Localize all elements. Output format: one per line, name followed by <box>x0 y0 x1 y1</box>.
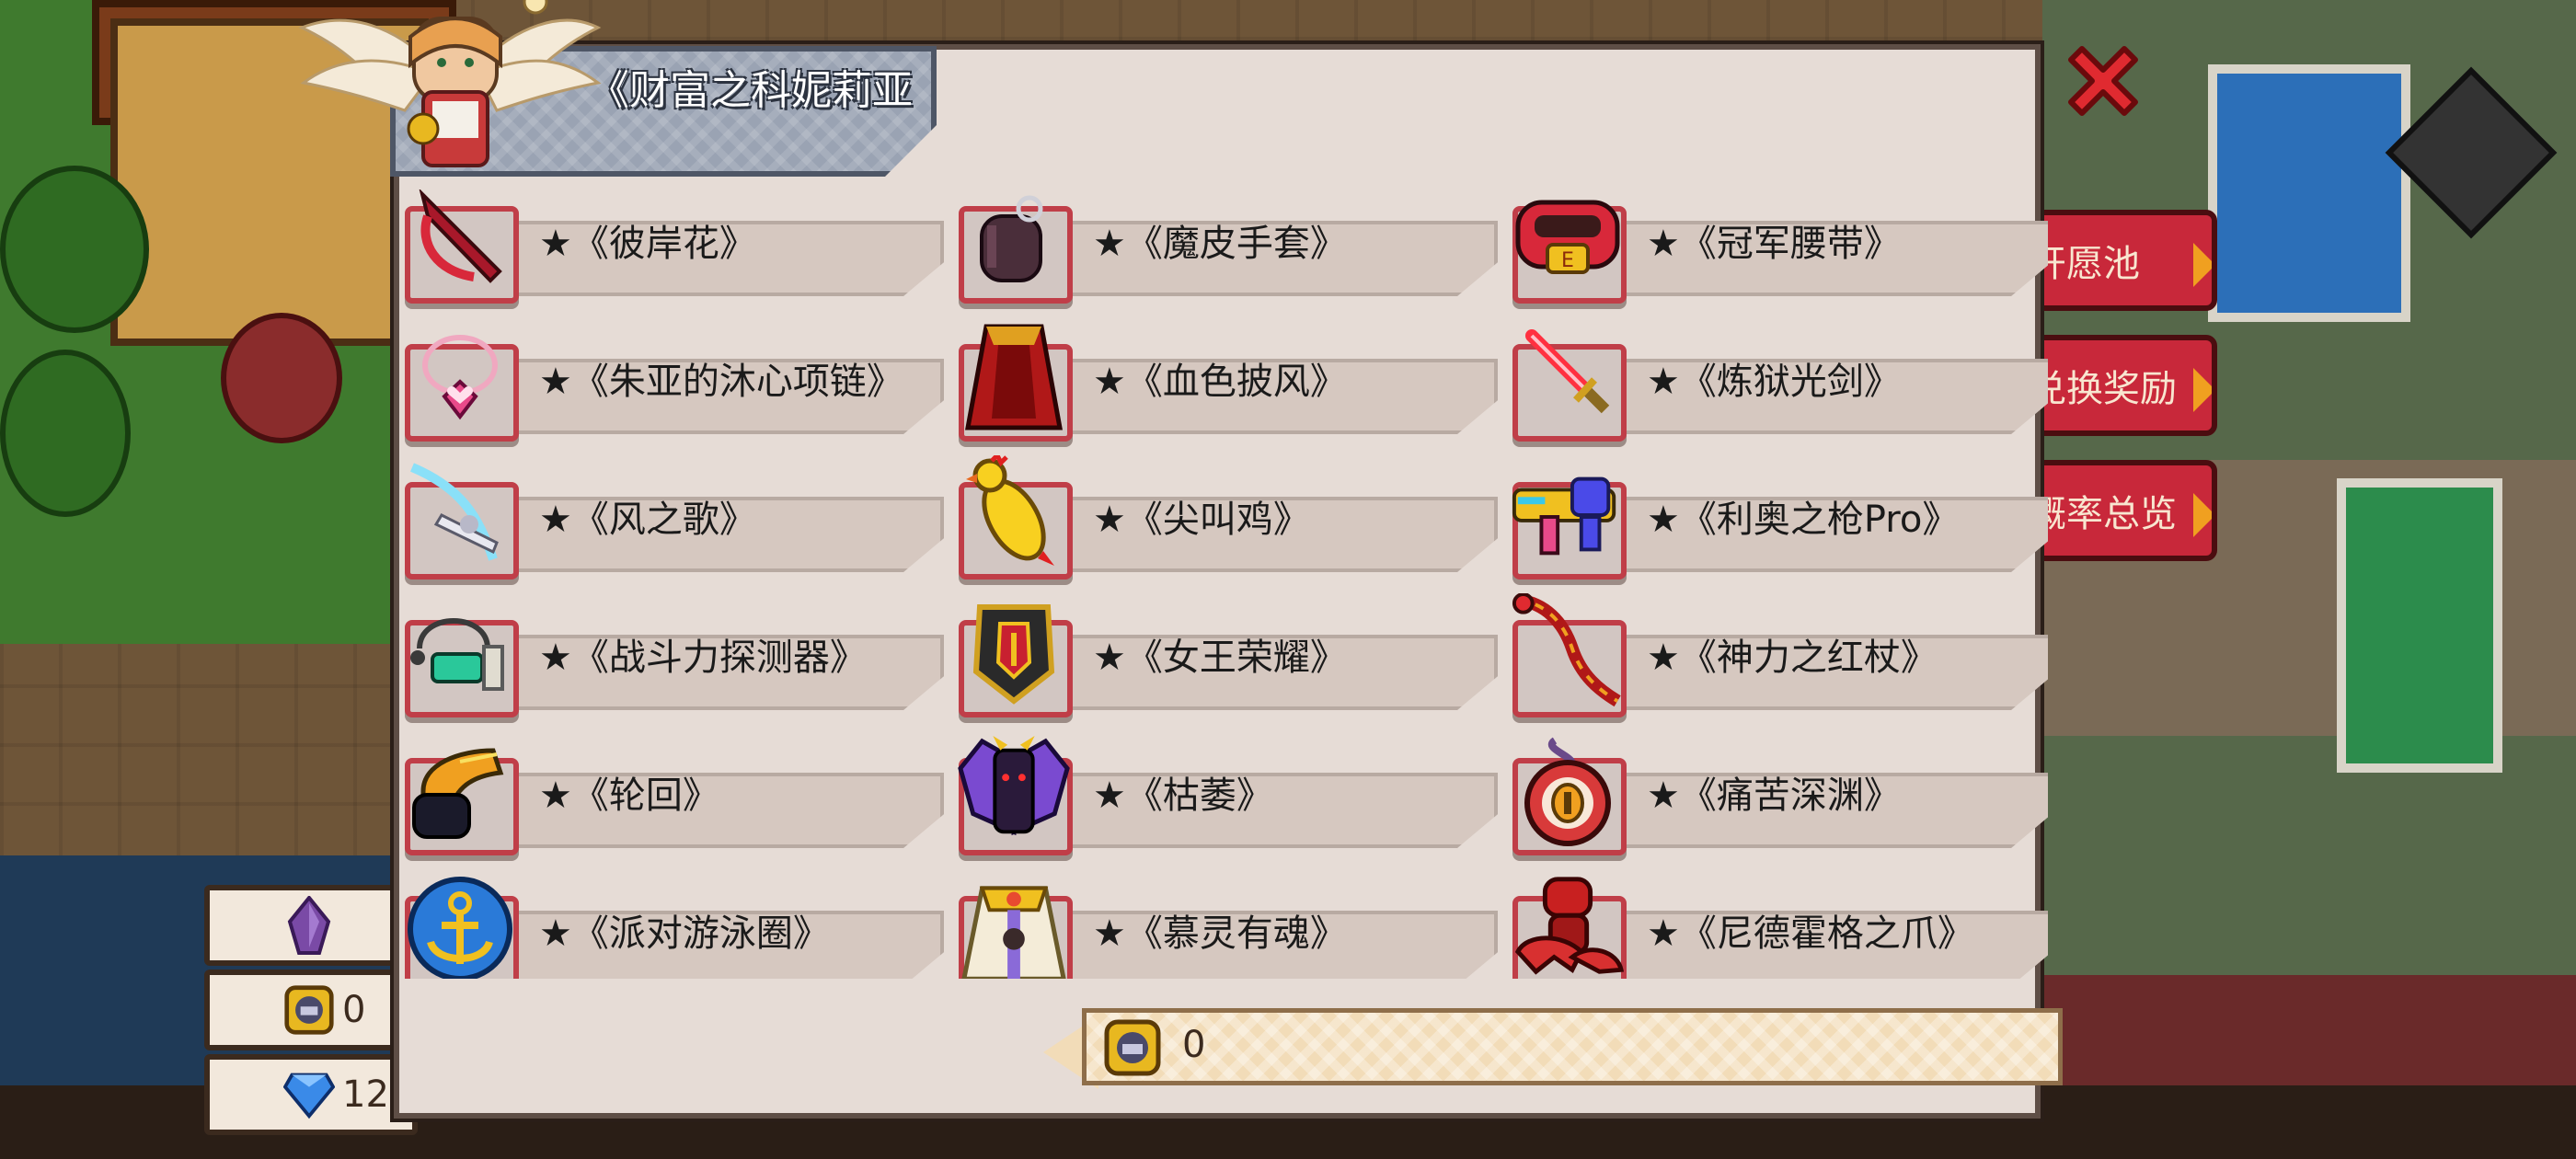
reward-item-label: ★《战斗力探测器》 <box>539 637 867 679</box>
water-gun-icon <box>1509 460 1627 570</box>
reward-item[interactable]: ★《痛苦深渊》 <box>1509 737 2048 855</box>
reward-item-label: ★《朱亚的沐心项链》 <box>539 361 903 403</box>
reward-item-label: ★《神力之红杖》 <box>1647 637 1938 679</box>
token-coin-icon <box>283 984 335 1036</box>
reward-item-label: ★《痛苦深渊》 <box>1647 775 1901 817</box>
eye-orb-icon <box>1509 736 1627 846</box>
probability-overview-label: 概率总览 <box>2030 493 2177 535</box>
token-balance-bar: 0 <box>1082 1008 2063 1085</box>
token-coin-icon <box>1103 1018 1162 1077</box>
red-staff-icon <box>1509 593 1627 708</box>
reward-item-label: ★《彼岸花》 <box>539 223 756 265</box>
reward-item[interactable]: ★《魔皮手套》 <box>955 189 1500 304</box>
reward-item[interactable]: ★《炼狱光剑》 <box>1509 327 2048 442</box>
reward-item-label: ★《尼德霍格之爪》 <box>1647 912 1974 955</box>
reward-item-label: ★《炼狱光剑》 <box>1647 361 1901 403</box>
reward-item[interactable]: ★《朱亚的沐心项链》 <box>401 327 946 442</box>
close-button[interactable] <box>2059 37 2147 125</box>
red-cape-icon <box>955 322 1073 432</box>
reward-item-label: ★《女王荣耀》 <box>1093 637 1347 679</box>
reward-item[interactable]: ★《派对游泳圈》 <box>401 877 946 979</box>
winged-avatar <box>294 0 607 175</box>
champion-belt-icon: E <box>1509 189 1627 294</box>
reward-item-label: ★《枯萎》 <box>1093 775 1273 817</box>
rubber-chicken-icon <box>955 455 1073 570</box>
close-icon <box>2068 46 2138 116</box>
token-balance-value: 0 <box>1182 1024 1206 1066</box>
reward-item-label: ★《轮回》 <box>539 775 719 817</box>
token-value: 0 <box>342 989 366 1031</box>
reward-item[interactable]: ★《神力之红杖》 <box>1509 593 2048 717</box>
reward-item[interactable]: ★《彼岸花》 <box>401 189 946 304</box>
reward-item-label: ★《利奥之枪Pro》 <box>1647 499 1960 541</box>
redeem-rewards-label: 兑换奖励 <box>2030 368 2177 410</box>
lightsaber-icon <box>1509 322 1627 432</box>
reward-item-label: ★《血色披风》 <box>1093 361 1347 403</box>
dragon-claw-icon <box>1509 874 1627 979</box>
reward-item[interactable]: ★《战斗力探测器》 <box>401 603 946 717</box>
reward-item-label: ★《尖叫鸡》 <box>1093 499 1310 541</box>
reward-item[interactable]: ★《枯萎》 <box>955 735 1500 855</box>
scouter-icon <box>401 598 519 708</box>
reward-item-label: ★《派对游泳圈》 <box>539 912 830 955</box>
purple-crystal-icon <box>283 896 335 955</box>
dark-glove-icon <box>955 189 1073 294</box>
crystal-currency <box>204 885 418 966</box>
reward-item[interactable]: ★《风之歌》 <box>401 463 946 580</box>
reward-item[interactable]: ★《利奥之枪Pro》 <box>1509 465 2048 580</box>
reward-item[interactable]: ★《尼德霍格之爪》 <box>1509 877 2048 979</box>
reward-item[interactable]: ★《血色披风》 <box>955 324 1500 442</box>
reward-item-label: ★《冠军腰带》 <box>1647 223 1901 265</box>
reward-item-label: ★《风之歌》 <box>539 499 756 541</box>
svg-text:E: E <box>1561 249 1574 272</box>
reward-item-label: ★《魔皮手套》 <box>1093 223 1347 265</box>
diamond-value: 12 <box>342 1073 389 1116</box>
page-title: 《财富之科妮莉亚 <box>589 67 913 114</box>
shield-icon <box>955 598 1073 708</box>
reward-item[interactable]: ★《慕灵有魂》 <box>955 879 1500 979</box>
reward-item[interactable]: ★《轮回》 <box>401 741 946 855</box>
reward-grid: ★《彼岸花》 ★《魔皮手套》 E ★《冠军腰带》 ★《朱亚的沐心项链》 ★《血色… <box>401 189 2048 979</box>
claw-gauntlet-icon <box>401 736 519 846</box>
golden-robe-icon <box>955 874 1073 979</box>
blue-diamond-icon <box>283 1069 335 1120</box>
reward-item[interactable]: ★《女王荣耀》 <box>955 603 1500 717</box>
anchor-ring-icon <box>401 874 519 979</box>
token-currency: 0 <box>204 970 418 1050</box>
reward-item-label: ★《慕灵有魂》 <box>1093 912 1347 955</box>
heart-necklace-icon <box>401 322 519 432</box>
wind-blade-icon <box>401 460 519 570</box>
red-scythe-icon <box>401 189 519 294</box>
bat-wings-icon <box>955 735 1073 846</box>
reward-item[interactable]: ★《尖叫鸡》 <box>955 455 1500 580</box>
reward-item[interactable]: E ★《冠军腰带》 <box>1509 189 2048 304</box>
diamond-currency: 12 <box>204 1054 418 1135</box>
